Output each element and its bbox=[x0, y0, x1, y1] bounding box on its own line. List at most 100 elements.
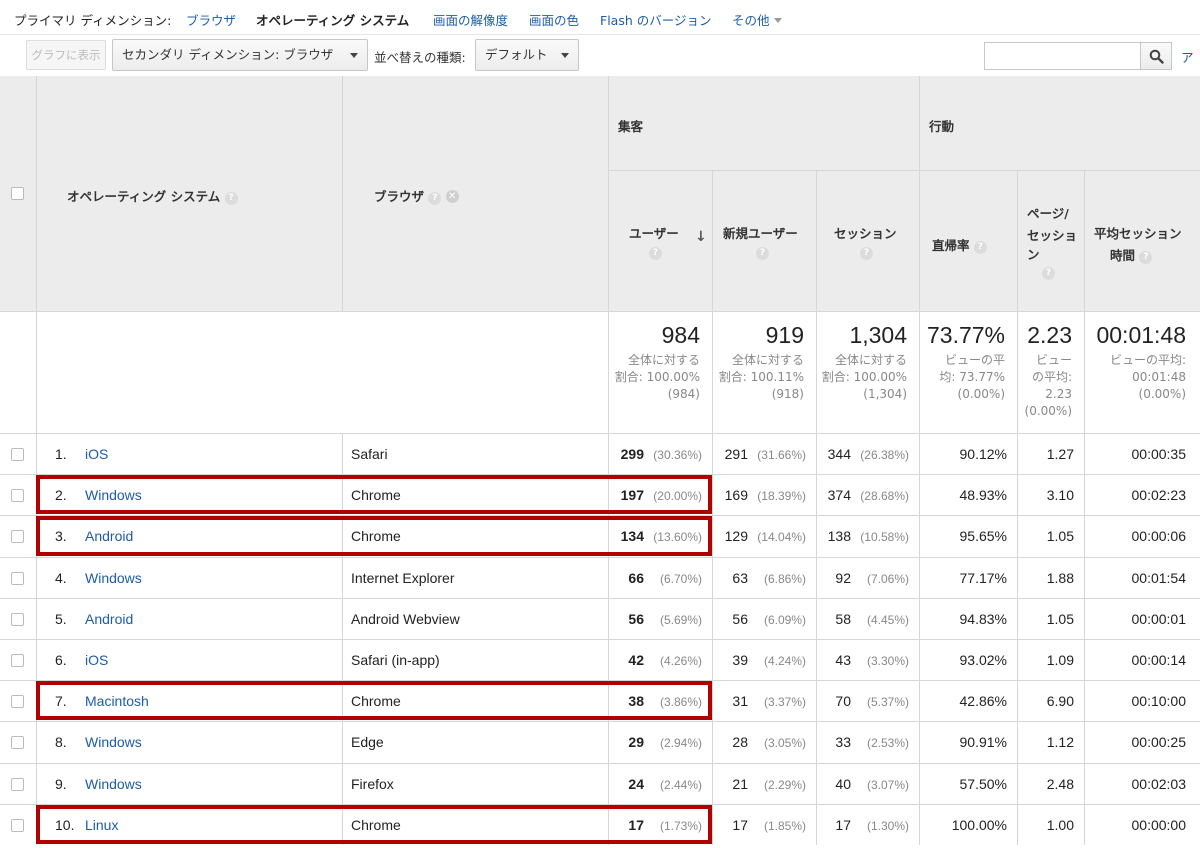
header-sessions-label: セッション bbox=[834, 226, 897, 241]
row-avg-duration: 00:00:00 bbox=[1131, 816, 1187, 833]
row-checkbox[interactable] bbox=[11, 612, 24, 626]
plot-rows-button[interactable]: グラフに表示 bbox=[26, 40, 106, 70]
row-sessions-pct: (10.58%) bbox=[860, 530, 909, 545]
row-browser: Chrome bbox=[351, 528, 401, 545]
table-cell: 2. Windows bbox=[36, 474, 342, 516]
row-os-link[interactable]: Windows bbox=[85, 487, 142, 503]
help-icon[interactable]: ? bbox=[649, 247, 662, 260]
primary-dimension-bar: プライマリ ディメンション: ブラウザ オペレーティング システム 画面の解像度… bbox=[0, 0, 1200, 34]
table-cell: 70 (5.37%) bbox=[816, 680, 919, 722]
row-os-link[interactable]: iOS bbox=[85, 652, 108, 668]
table-cell: 00:00:35 bbox=[1084, 433, 1200, 475]
row-users-pct: (5.69%) bbox=[659, 612, 702, 627]
dimension-option-os[interactable]: オペレーティング システム bbox=[256, 10, 409, 29]
row-new-users: 28 bbox=[732, 734, 748, 751]
sort-type-dropdown[interactable]: デフォルト bbox=[475, 39, 579, 71]
row-avg-duration: 00:00:14 bbox=[1131, 652, 1187, 668]
table-row[interactable]: 9. Windows Firefox 24 (2.44%) 21 (2.29%) 40 (3.0… bbox=[0, 762, 1200, 804]
table-cell: 6.90 bbox=[1017, 680, 1084, 722]
row-checkbox[interactable] bbox=[11, 736, 24, 750]
header-sessions[interactable]: セッション ? bbox=[816, 170, 919, 311]
header-os[interactable]: オペレーティング システム ? bbox=[36, 76, 342, 311]
header-pages-per-session[interactable]: ページ/ セッション ? bbox=[1017, 170, 1084, 311]
dimension-option-browser[interactable]: ブラウザ bbox=[186, 10, 236, 29]
row-checkbox[interactable] bbox=[11, 530, 24, 544]
row-sessions-pct: (7.06%) bbox=[866, 571, 909, 586]
help-icon[interactable]: ? bbox=[973, 241, 987, 254]
row-pages-per-session: 6.90 bbox=[1046, 693, 1074, 710]
row-os-link[interactable]: Windows bbox=[85, 570, 142, 586]
table-cell: 21 (2.29%) bbox=[712, 762, 816, 804]
row-sessions: 374 bbox=[827, 487, 851, 504]
table-row[interactable]: 4. Windows Internet Explorer 66 (6.70%) 63 (6.… bbox=[0, 556, 1200, 598]
table-row[interactable]: 6. iOS Safari (in-app) 42 (4.26%) 39 (4.24%) 43… bbox=[0, 639, 1200, 681]
row-os-link[interactable]: Macintosh bbox=[85, 693, 149, 709]
search-button[interactable] bbox=[1140, 42, 1172, 70]
header-bounce-rate[interactable]: 直帰率 ? bbox=[919, 170, 1017, 311]
help-icon[interactable]: ? bbox=[756, 247, 769, 260]
row-os-link[interactable]: Android bbox=[85, 611, 133, 627]
header-users[interactable]: ユーザー ↓ ? bbox=[608, 170, 712, 311]
advanced-filter-link[interactable]: ア bbox=[1181, 47, 1194, 66]
row-index: 2. bbox=[55, 487, 67, 504]
row-bounce-rate: 77.17% bbox=[959, 569, 1007, 586]
header-browser[interactable]: ブラウザ ? ✕ bbox=[342, 76, 608, 311]
row-avg-duration: 00:00:06 bbox=[1131, 528, 1187, 545]
search-input[interactable] bbox=[984, 42, 1140, 70]
table-row[interactable]: 3. Android Chrome 134 (13.60%) 129 (14.04%) 138… bbox=[0, 515, 1200, 557]
row-checkbox[interactable] bbox=[11, 777, 24, 791]
remove-dimension-icon[interactable]: ✕ bbox=[445, 190, 459, 203]
table-row[interactable]: 5. Android Android Webview 56 (5.69%) 56 (6.09… bbox=[0, 597, 1200, 639]
dimension-option-flash-version[interactable]: Flash のバージョン bbox=[600, 10, 711, 29]
help-icon[interactable]: ? bbox=[1042, 267, 1055, 280]
header-new-users[interactable]: 新規ユーザー ? bbox=[712, 170, 816, 311]
secondary-dimension-dropdown[interactable]: セカンダリ ディメンション: ブラウザ bbox=[112, 39, 368, 71]
table-cell: 28 (3.05%) bbox=[712, 721, 816, 763]
row-checkbox[interactable] bbox=[11, 489, 24, 503]
table-row[interactable]: 7. Macintosh Chrome 38 (3.86%) 31 (3.37%) 70 (5.… bbox=[0, 680, 1200, 722]
dimension-option-screen-resolution[interactable]: 画面の解像度 bbox=[433, 10, 508, 29]
row-users: 197 bbox=[620, 487, 644, 504]
row-os-link[interactable]: iOS bbox=[85, 446, 108, 462]
help-icon[interactable]: ? bbox=[428, 192, 442, 205]
row-users: 56 bbox=[628, 610, 644, 627]
row-pages-per-session: 1.05 bbox=[1046, 528, 1074, 545]
row-pages-per-session: 1.09 bbox=[1046, 652, 1074, 668]
row-pages-per-session: 1.88 bbox=[1046, 569, 1074, 586]
table-cell: 1.05 bbox=[1017, 515, 1084, 557]
dimension-option-more[interactable]: その他 bbox=[732, 10, 782, 29]
table-row[interactable]: 8. Windows Edge 29 (2.94%) 28 (3.05%) 33 (2.53%)… bbox=[0, 721, 1200, 763]
summary-bounce-rate: 73.77% ビューの平 均: 73.77% (0.00%) bbox=[919, 311, 1017, 433]
row-avg-duration: 00:02:03 bbox=[1131, 775, 1187, 792]
row-users: 299 bbox=[620, 446, 644, 462]
dimension-option-screen-colors[interactable]: 画面の色 bbox=[529, 10, 579, 29]
row-os-link[interactable]: Windows bbox=[85, 776, 142, 792]
row-os-link[interactable]: Linux bbox=[85, 817, 118, 833]
row-users: 66 bbox=[628, 569, 644, 586]
row-new-users: 21 bbox=[732, 775, 748, 792]
table-cell: 17 (1.30%) bbox=[816, 803, 919, 845]
header-avg-session-duration[interactable]: 平均セッション 時間 ? bbox=[1084, 170, 1200, 311]
table-row[interactable]: 2. Windows Chrome 197 (20.00%) 169 (18.39%) 374… bbox=[0, 474, 1200, 516]
row-os-link[interactable]: Android bbox=[85, 528, 133, 544]
row-checkbox[interactable] bbox=[11, 818, 24, 832]
table-row[interactable]: 10. Linux Chrome 17 (1.73%) 17 (1.85%) 17 (1.30%… bbox=[0, 803, 1200, 845]
table-cell: 42 (4.26%) bbox=[608, 639, 712, 681]
row-checkbox[interactable] bbox=[11, 448, 24, 461]
row-os-link[interactable]: Windows bbox=[85, 734, 142, 750]
help-icon[interactable]: ? bbox=[224, 192, 238, 205]
row-bounce-rate: 90.12% bbox=[959, 446, 1007, 462]
row-checkbox[interactable] bbox=[11, 695, 24, 709]
row-bounce-rate: 93.02% bbox=[959, 652, 1007, 668]
select-all-checkbox[interactable] bbox=[11, 187, 24, 200]
sort-descending-icon[interactable]: ↓ bbox=[695, 229, 707, 245]
row-checkbox[interactable] bbox=[11, 654, 24, 667]
summary-users: 984 全体に対する 割合: 100.00% (984) bbox=[608, 311, 712, 433]
help-icon[interactable]: ? bbox=[860, 247, 873, 260]
data-table: オペレーティング システム ? ブラウザ ? ✕ 集客 行動 ユーザー ↓ ? … bbox=[0, 76, 1200, 848]
table-cell: 2.48 bbox=[1017, 762, 1084, 804]
summary-spacer bbox=[0, 311, 36, 433]
table-row[interactable]: 1. iOS Safari 299 (30.36%) 291 (31.66%) 344 (26.… bbox=[0, 433, 1200, 475]
help-icon[interactable]: ? bbox=[1139, 251, 1153, 264]
row-checkbox[interactable] bbox=[11, 571, 24, 585]
